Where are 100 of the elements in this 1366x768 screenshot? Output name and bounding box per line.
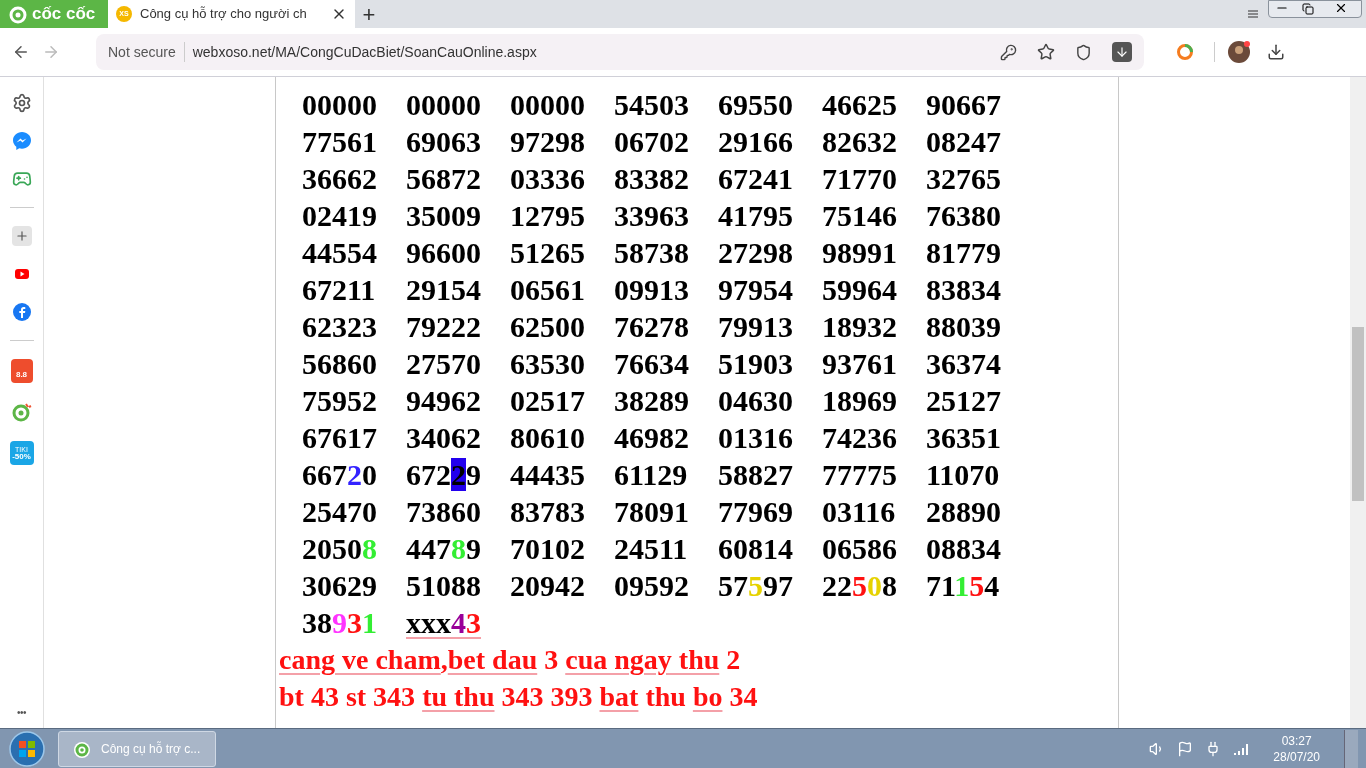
- number-cell-text: 27298: [718, 235, 794, 271]
- number-cell-text: 60814: [718, 531, 794, 567]
- key-icon[interactable]: [1000, 43, 1017, 61]
- clock[interactable]: 03:27 28/07/20: [1261, 732, 1332, 765]
- number-cell-text: 32765: [926, 161, 1002, 197]
- number-cell-text: 94962: [406, 383, 482, 419]
- number-cell-text: 62323: [302, 309, 378, 345]
- number-cell-text: 22508: [822, 568, 898, 604]
- number-cell-text: 08247: [926, 124, 1002, 160]
- extension-icon[interactable]: [1176, 43, 1194, 61]
- number-cell-text: 77775: [822, 457, 898, 493]
- brand-logo[interactable]: cốc cốc: [0, 0, 108, 28]
- number-cell-text: 76634: [614, 346, 690, 382]
- number-cell-text: 27570: [406, 346, 482, 382]
- number-cell-text: 46625: [822, 87, 898, 123]
- number-cell-text: 73860: [406, 494, 482, 530]
- number-cell-text: 38931: [302, 605, 378, 641]
- number-cell-text: 79913: [718, 309, 794, 345]
- download-icon[interactable]: [1267, 43, 1285, 61]
- number-cell-text: 18969: [822, 383, 898, 419]
- number-cell-text: 97298: [510, 124, 586, 160]
- number-cell-text: 08834: [926, 531, 1002, 567]
- messenger-icon[interactable]: [11, 131, 32, 151]
- tab-list-icon[interactable]: [1246, 8, 1260, 20]
- number-cell-text: 54503: [614, 87, 690, 123]
- number-cell-text: 77561: [302, 124, 378, 160]
- number-cell-text: 00000: [510, 87, 586, 123]
- taskbar-button[interactable]: Công cụ hỗ trợ c...: [58, 730, 216, 767]
- number-cell-text: 44789: [406, 531, 482, 567]
- facebook-icon[interactable]: [11, 302, 32, 322]
- number-cell-text: 35009: [406, 198, 482, 234]
- number-cell-text: 06702: [614, 124, 690, 160]
- number-cell-text: 46982: [614, 420, 690, 456]
- gamepad-icon[interactable]: [11, 169, 32, 189]
- number-cell-text: 38289: [614, 383, 690, 419]
- number-cell-text: 58827: [718, 457, 794, 493]
- url-text: webxoso.net/MA/CongCuDacBiet/SoanCauOnline.aspx: [192, 42, 538, 62]
- number-cell-text: 03116: [822, 494, 897, 530]
- number-cell-text: 36351: [926, 420, 1002, 456]
- avatar-icon[interactable]: [1227, 40, 1251, 64]
- number-cell-text: 00000: [406, 87, 482, 123]
- number-cell-text: 29154: [406, 272, 482, 308]
- number-cell-text: 62500: [510, 309, 586, 345]
- number-cell-text: 56860: [302, 346, 378, 382]
- number-cell-text: xxx43: [406, 605, 482, 641]
- number-cell-text: 44435: [510, 457, 586, 493]
- address-bar[interactable]: Not secure webxoso.net/MA/CongCuDacBiet/SoanCauOnline.aspx: [96, 34, 1144, 70]
- number-cell-text: 02419: [302, 198, 378, 234]
- number-cell-text: 06586: [822, 531, 898, 567]
- number-cell-text: 36374: [926, 346, 1002, 382]
- number-cell-text: 58738: [614, 235, 690, 271]
- new-tab-button[interactable]: +: [355, 0, 383, 28]
- number-cell-text: 59964: [822, 272, 898, 308]
- shop-badge[interactable]: 8.8: [10, 359, 33, 383]
- number-cell-text: 67211: [302, 272, 377, 308]
- number-cell-text: 18932: [822, 309, 898, 345]
- number-cell-text: 98991: [822, 235, 898, 271]
- number-cell-text: 41795: [718, 198, 794, 234]
- add-button[interactable]: [11, 226, 32, 246]
- number-cell-text: 93761: [822, 346, 898, 382]
- signal-icon[interactable]: [1233, 741, 1250, 756]
- number-cell-text: 51088: [406, 568, 482, 604]
- number-cell-text: 75146: [822, 198, 898, 234]
- note-line[interactable]: cang ve cham,bet dau 3 cua ngay thu 2: [279, 641, 1118, 678]
- leaf-icon[interactable]: [10, 401, 33, 423]
- number-cell-text: 06561: [510, 272, 586, 308]
- task-label: Công cụ hỗ trợ c...: [101, 740, 201, 758]
- number-cell-text: 76278: [614, 309, 690, 345]
- number-cell-text: 75952: [302, 383, 378, 419]
- number-cell-text: 04630: [718, 383, 794, 419]
- flag-icon[interactable]: [1177, 740, 1194, 757]
- scrollbar[interactable]: [1350, 77, 1366, 728]
- number-cell-text: 77969: [718, 494, 794, 530]
- number-cell-text: 79222: [406, 309, 482, 345]
- number-cell-text: 56872: [406, 161, 482, 197]
- download-button[interactable]: [1112, 42, 1132, 62]
- logo-icon: [8, 4, 28, 24]
- number-cell-text: 81779: [926, 235, 1002, 271]
- number-cell-text: 82632: [822, 124, 898, 160]
- security-label: Not secure: [108, 42, 176, 62]
- more-button[interactable]: •••: [17, 705, 26, 720]
- back-icon[interactable]: [12, 43, 30, 61]
- number-cell-text: 90667: [926, 87, 1002, 123]
- show-desktop-button[interactable]: [1344, 729, 1358, 768]
- number-cell-text: 01316: [718, 420, 794, 456]
- number-cell-text: 67229: [406, 457, 482, 493]
- number-cell-text: 67241: [718, 161, 794, 197]
- note-line[interactable]: bt 43 st 343 tu thu 343 393 bat thu bo 34: [279, 678, 1118, 715]
- number-cell-text: 03336: [510, 161, 586, 197]
- settings-icon[interactable]: [11, 93, 32, 113]
- number-cell-text: 96600: [406, 235, 482, 271]
- number-cell-text: 36662: [302, 161, 378, 197]
- number-cell-text: 57597: [718, 568, 794, 604]
- star-icon[interactable]: [1037, 43, 1055, 61]
- start-button[interactable]: [8, 729, 46, 768]
- shield-icon[interactable]: [1075, 43, 1092, 61]
- number-cell-text: 83382: [614, 161, 690, 197]
- number-cell-text: 63530: [510, 346, 586, 382]
- number-cell-text: 44554: [302, 235, 378, 271]
- number-cell-text: 71154: [926, 568, 1001, 604]
